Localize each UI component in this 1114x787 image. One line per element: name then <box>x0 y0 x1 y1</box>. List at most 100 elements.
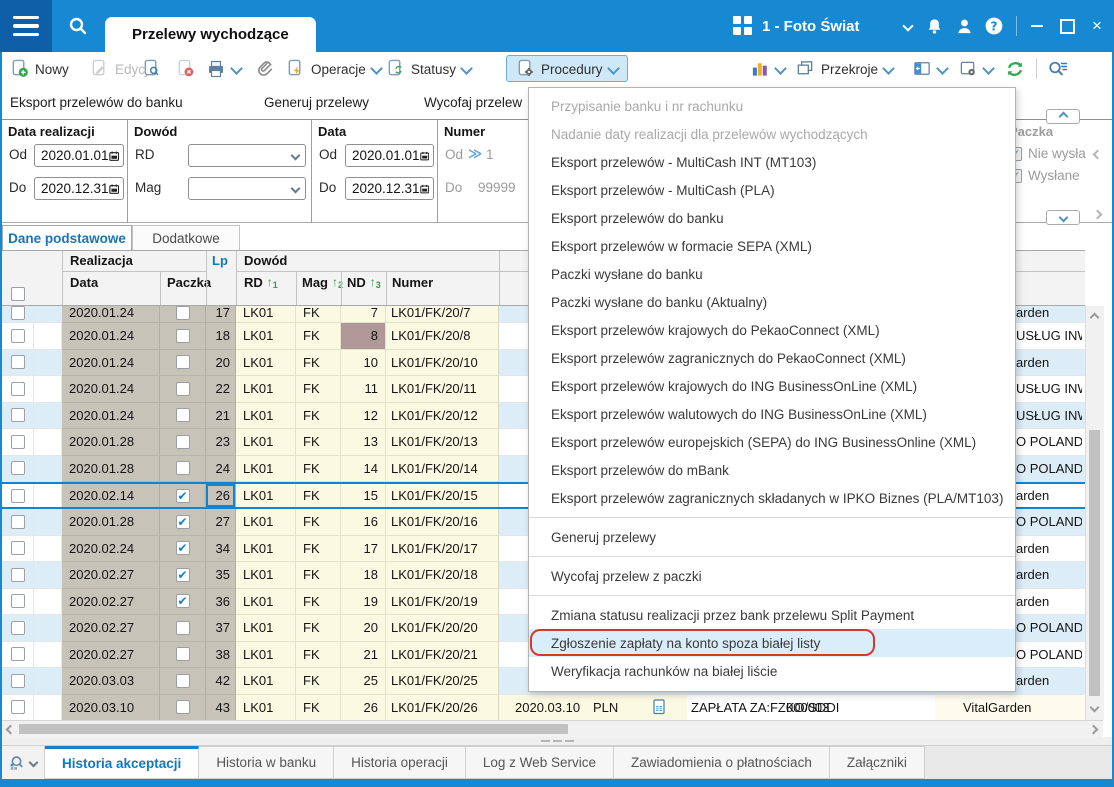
row-select-checkbox[interactable] <box>11 461 25 475</box>
package-checkbox[interactable]: ✔ <box>176 515 190 529</box>
row-select-checkbox[interactable] <box>11 647 25 661</box>
operations-menu-button[interactable]: Operacje <box>286 52 381 85</box>
tab-log-z-web-service[interactable]: Log z Web Service <box>466 746 614 779</box>
panel-toggle-button[interactable] <box>912 52 947 85</box>
package-checkbox[interactable] <box>176 621 190 635</box>
package-checkbox[interactable] <box>176 461 190 475</box>
menu-item[interactable]: Eksport przelewów zagranicznych do Pekao… <box>529 344 1015 372</box>
row-select-checkbox[interactable] <box>11 621 25 635</box>
menu-item[interactable]: Eksport przelewów - MultiCash (PLA) <box>529 176 1015 204</box>
tab-dodatkowe[interactable]: Dodatkowe <box>132 225 240 250</box>
menu-item[interactable]: Weryfikacja rachunków na białej liście <box>529 657 1015 685</box>
advanced-search-button[interactable] <box>1046 52 1068 85</box>
rd-combobox[interactable] <box>188 144 306 167</box>
sections-menu-button[interactable]: Przekroje <box>795 52 893 85</box>
menu-item[interactable]: Zmiana statusu realizacji przez bank prz… <box>529 601 1015 629</box>
column-header-nd[interactable]: ND ↑3 <box>347 273 381 291</box>
row-select-checkbox[interactable] <box>11 700 25 714</box>
package-checkbox[interactable]: ✔ <box>176 568 190 582</box>
new-button[interactable]: Nowy <box>10 52 69 85</box>
tab-historia-operacji[interactable]: Historia operacji <box>334 746 466 779</box>
filter-scroll-right-icon[interactable] <box>1094 206 1101 221</box>
row-select-checkbox[interactable] <box>11 382 25 396</box>
package-checkbox[interactable]: ✔ <box>176 541 190 555</box>
generate-transfers-action[interactable]: Generuj przelewy <box>264 86 369 119</box>
company-chevron-down-icon[interactable] <box>896 14 920 38</box>
chart-button[interactable] <box>750 52 785 85</box>
print-button[interactable] <box>206 52 241 85</box>
attachments-button[interactable] <box>256 52 275 85</box>
row-select-checkbox[interactable] <box>11 306 25 320</box>
menu-item[interactable]: Eksport przelewów zagranicznych składany… <box>529 484 1015 512</box>
package-checkbox[interactable]: ✔ <box>176 594 190 608</box>
minimize-button[interactable] <box>1024 14 1050 38</box>
close-button[interactable]: × <box>1084 14 1110 38</box>
tab-historia-w-banku[interactable]: Historia w banku <box>199 746 334 779</box>
vertical-scrollbar[interactable] <box>1085 306 1104 720</box>
date-to-input[interactable]: 2020.12.31 <box>345 177 434 200</box>
menu-item-highlighted[interactable]: Zgłoszenie zapłaty na konto spoza białej… <box>529 629 1015 657</box>
package-checkbox[interactable]: ✔ <box>176 489 190 503</box>
number-to-value[interactable]: 99999 <box>478 180 530 195</box>
package-checkbox[interactable] <box>176 674 190 688</box>
vertical-scroll-thumb[interactable] <box>1089 430 1100 696</box>
procedures-menu-button[interactable]: Procedury <box>506 52 628 85</box>
withdraw-transfer-action[interactable]: Wycofaj przelew <box>424 86 522 119</box>
menu-item[interactable]: Eksport przelewów krajowych do PekaoConn… <box>529 316 1015 344</box>
delete-document-button[interactable] <box>176 52 195 85</box>
menu-item[interactable]: Wycofaj przelew z paczki <box>529 562 1015 590</box>
group-header-realizacja[interactable]: Realizacja <box>70 253 133 268</box>
row-select-checkbox[interactable] <box>11 541 25 555</box>
group-header-dowod[interactable]: Dowód <box>244 253 287 268</box>
find-document-button[interactable] <box>142 52 161 85</box>
maximize-button[interactable] <box>1054 14 1080 38</box>
hamburger-menu-icon[interactable] <box>0 0 52 52</box>
number-from-value[interactable]: 1 <box>486 147 494 162</box>
refresh-button[interactable] <box>1004 52 1026 85</box>
tab-zawiadomienia-o-platnosciach[interactable]: Zawiadomienia o płatnościach <box>614 746 830 779</box>
row-select-checkbox[interactable] <box>11 329 25 343</box>
filter-collapse-down-button[interactable] <box>1046 210 1080 225</box>
bottom-panel-search-button[interactable] <box>0 746 45 779</box>
row-select-checkbox[interactable] <box>11 674 25 688</box>
row-select-checkbox[interactable] <box>11 489 25 503</box>
table-row[interactable]: 2020.03.1043LK01FK26LK01/FK/20/262020.03… <box>2 695 1085 721</box>
menu-item[interactable]: Eksport przelewów w formacie SEPA (XML) <box>529 232 1015 260</box>
package-checkbox[interactable] <box>176 306 190 320</box>
menu-item[interactable]: Eksport przelewów do mBank <box>529 456 1015 484</box>
package-not-sent-checkbox[interactable]: ✔Nie wysła <box>1008 146 1086 161</box>
package-checkbox[interactable] <box>176 329 190 343</box>
package-checkbox[interactable] <box>176 700 190 714</box>
user-profile-icon[interactable] <box>952 14 976 38</box>
notifications-bell-icon[interactable] <box>922 14 946 38</box>
row-select-checkbox[interactable] <box>11 408 25 422</box>
app-grid-icon[interactable] <box>733 16 753 36</box>
help-icon[interactable]: ? <box>982 14 1006 38</box>
date-from-input[interactable]: 2020.01.01 <box>345 144 434 167</box>
statuses-menu-button[interactable]: Statusy <box>386 52 471 85</box>
package-checkbox[interactable] <box>176 382 190 396</box>
horizontal-scrollbar[interactable] <box>2 720 1103 737</box>
package-checkbox[interactable] <box>176 408 190 422</box>
window-tab[interactable]: Przelewy wychodzące <box>105 17 316 52</box>
row-select-checkbox[interactable] <box>11 568 25 582</box>
tab-dane-podstawowe[interactable]: Dane podstawowe <box>2 225 132 250</box>
column-header-rd[interactable]: RD ↑1 <box>244 273 278 291</box>
horizontal-scroll-thumb[interactable] <box>19 724 568 734</box>
group-header-lp[interactable]: Lp <box>212 253 228 268</box>
realization-date-to-input[interactable]: 2020.12.31 <box>34 177 124 200</box>
filter-collapse-up-button[interactable] <box>1046 109 1080 124</box>
grid-settings-button[interactable] <box>958 52 993 85</box>
select-all-checkbox[interactable] <box>11 287 25 304</box>
document-preview-icon[interactable] <box>651 695 667 721</box>
row-select-checkbox[interactable] <box>11 435 25 449</box>
menu-item[interactable]: Eksport przelewów - MultiCash INT (MT103… <box>529 148 1015 176</box>
menu-item[interactable]: Eksport przelewów do banku <box>529 204 1015 232</box>
tab-zalaczniki[interactable]: Załączniki <box>830 746 925 779</box>
row-select-checkbox[interactable] <box>11 355 25 369</box>
tab-historia-akceptacji[interactable]: Historia akceptacji <box>45 746 199 779</box>
realization-date-from-input[interactable]: 2020.01.01 <box>34 144 124 167</box>
mag-combobox[interactable] <box>188 177 306 200</box>
menu-item[interactable]: Generuj przelewy <box>529 523 1015 551</box>
filter-scroll-left-icon[interactable] <box>1094 146 1101 161</box>
